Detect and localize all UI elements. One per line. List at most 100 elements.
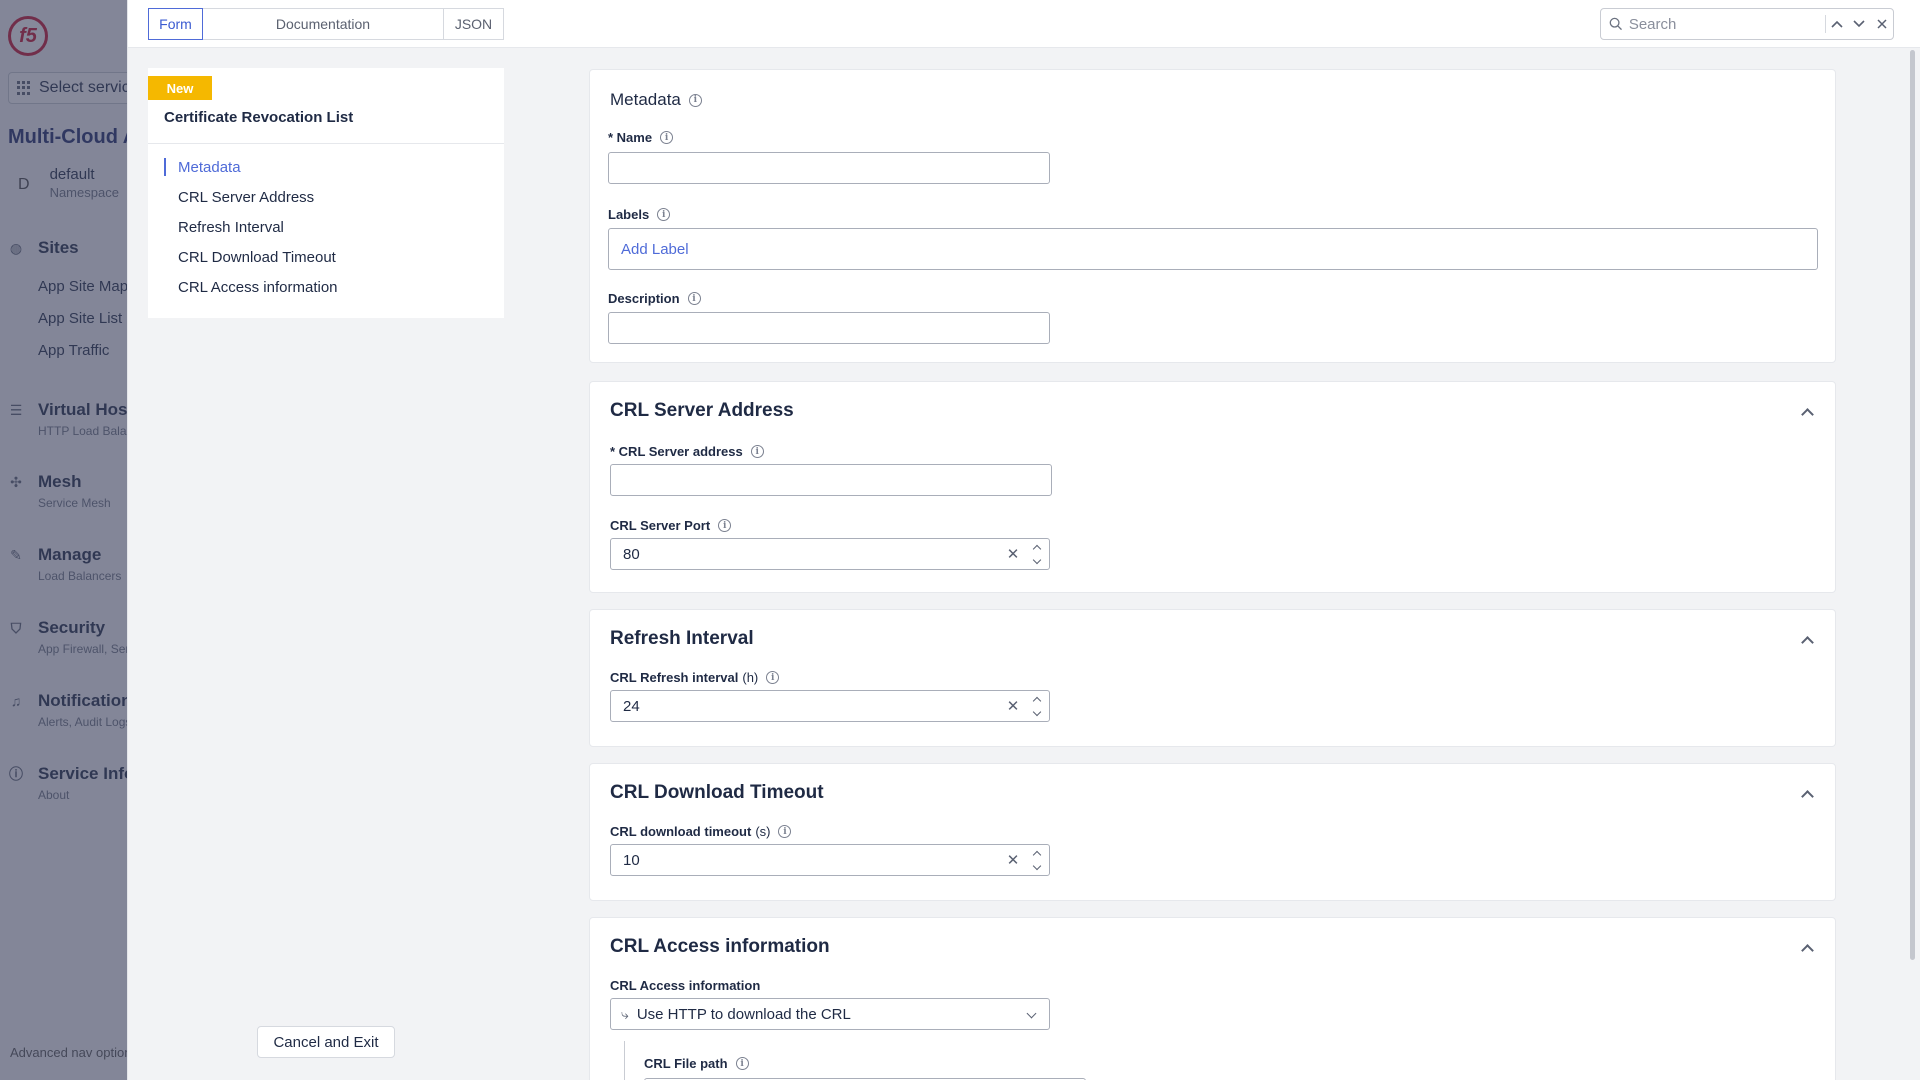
search-input[interactable] xyxy=(1628,15,1819,33)
clear-icon[interactable]: ✕ xyxy=(1001,851,1025,869)
crl-file-path-label-text: CRL File path xyxy=(644,1056,728,1071)
number-stepper[interactable] xyxy=(1025,539,1049,569)
info-icon[interactable]: i xyxy=(766,671,780,684)
nav-group-title: Sites xyxy=(38,238,79,257)
cancel-and-exit-button[interactable]: Cancel and Exit xyxy=(257,1026,395,1058)
nav-group-notifications[interactable]: ♫ Notifications Alerts, Audit Logs xyxy=(8,691,127,729)
nav-group-title: Service Info xyxy=(38,764,128,783)
nav-group-sites[interactable]: ◍ Sites xyxy=(8,238,79,258)
unit-hours: (h) xyxy=(742,670,759,685)
tab-documentation[interactable]: Documentation xyxy=(203,8,444,40)
info-icon[interactable]: i xyxy=(735,1057,749,1070)
crl-server-address-input[interactable] xyxy=(610,464,1052,496)
nav-group-virtual-hosts[interactable]: ☰ Virtual Hosts HTTP Load Balancers xyxy=(8,400,128,438)
info-icon[interactable]: i xyxy=(687,292,701,305)
nav-group-title: Virtual Hosts xyxy=(38,400,128,419)
nav-group-manage[interactable]: ✎ Manage Load Balancers xyxy=(8,545,121,583)
collapse-button[interactable] xyxy=(1797,784,1817,804)
form-title: Certificate Revocation List xyxy=(164,109,354,126)
section-link-metadata[interactable]: Metadata xyxy=(164,152,338,182)
section-link-crl-download-timeout[interactable]: CRL Download Timeout xyxy=(164,242,338,272)
layers-icon: ☰ xyxy=(9,401,23,418)
search-prev-button[interactable] xyxy=(1826,11,1848,37)
tab-form[interactable]: Form xyxy=(148,8,203,40)
search-close-button[interactable] xyxy=(1871,11,1893,37)
step-down-icon[interactable] xyxy=(1032,555,1042,564)
step-down-icon[interactable] xyxy=(1032,707,1042,716)
info-icon[interactable]: i xyxy=(718,519,732,532)
step-down-icon[interactable] xyxy=(1032,861,1042,870)
chevron-up-icon xyxy=(1831,20,1843,28)
number-stepper[interactable] xyxy=(1025,691,1049,721)
description-label-text: Description xyxy=(608,291,680,306)
nav-item-app-site-map[interactable]: App Site Map xyxy=(38,278,127,295)
shield-icon: ⛉ xyxy=(10,619,22,636)
search-next-button[interactable] xyxy=(1848,11,1870,37)
section-link-refresh-interval[interactable]: Refresh Interval xyxy=(164,212,338,242)
add-label-input[interactable]: Add Label xyxy=(608,228,1818,270)
unit-seconds: (s) xyxy=(755,824,771,839)
section-title: Metadata i xyxy=(610,90,702,110)
collapse-button[interactable] xyxy=(1797,630,1817,650)
advanced-nav-options[interactable]: Advanced nav options xyxy=(10,1045,127,1060)
crl-server-port-label: CRL Server Port i xyxy=(610,518,732,533)
crl-server-port-value: 80 xyxy=(623,545,640,563)
branch-icon: ⤷ xyxy=(621,1005,629,1022)
collapse-button[interactable] xyxy=(1797,402,1817,422)
section-link-crl-server-address[interactable]: CRL Server Address xyxy=(164,182,338,212)
nav-item-app-traffic[interactable]: App Traffic xyxy=(38,342,109,359)
crl-server-address-label: * CRL Server address i xyxy=(610,444,764,459)
chevron-up-icon xyxy=(1800,635,1814,649)
crl-access-information-select[interactable]: ⤷ Use HTTP to download the CRL xyxy=(610,998,1050,1030)
modal-overlay xyxy=(0,0,127,1080)
description-input[interactable] xyxy=(608,312,1050,344)
bell-icon: ♫ xyxy=(10,693,22,709)
nav-group-mesh[interactable]: ✣ Mesh Service Mesh xyxy=(8,472,111,510)
nav-group-sub: HTTP Load Balancers xyxy=(38,424,127,438)
left-navigation: f5 Select service Multi-Cloud App Connec… xyxy=(0,0,128,1080)
chevron-down-icon xyxy=(1026,1008,1037,1019)
step-up-icon[interactable] xyxy=(1032,544,1042,553)
labels-label-text: Labels xyxy=(608,207,650,222)
section-link-crl-access-information[interactable]: CRL Access information xyxy=(164,272,338,302)
chevron-up-icon xyxy=(1800,789,1814,803)
number-stepper[interactable] xyxy=(1025,845,1049,875)
crl-download-timeout-input[interactable]: 10 ✕ xyxy=(610,844,1050,876)
step-up-icon[interactable] xyxy=(1032,696,1042,705)
collapse-button[interactable] xyxy=(1797,938,1817,958)
crl-download-timeout-section: CRL Download Timeout CRL download timeou… xyxy=(589,763,1836,901)
service-select[interactable]: Select service xyxy=(8,72,127,104)
nav-group-sub: App Firewall, Service Policies xyxy=(38,642,128,656)
info-icon[interactable]: i xyxy=(778,825,792,838)
nav-group-service-info[interactable]: ⓘ Service Info About xyxy=(8,764,128,802)
crl-refresh-interval-label: CRL Refresh interval (h) i xyxy=(610,670,780,685)
close-icon xyxy=(1877,19,1887,29)
f5-logo[interactable]: f5 xyxy=(8,16,48,56)
clear-icon[interactable]: ✕ xyxy=(1001,545,1025,563)
section-list: Metadata CRL Server Address Refresh Inte… xyxy=(164,152,338,302)
nav-group-sub: Service Mesh xyxy=(38,496,111,510)
chevron-up-icon xyxy=(1800,407,1814,421)
metadata-section: Metadata i * Name i Labels i Add Label Des… xyxy=(589,69,1836,363)
info-icon[interactable]: i xyxy=(657,208,671,221)
info-icon[interactable]: i xyxy=(688,93,702,107)
nav-group-title: Manage xyxy=(38,545,102,564)
crl-refresh-interval-input[interactable]: 24 ✕ xyxy=(610,690,1050,722)
name-input[interactable] xyxy=(608,152,1050,184)
description-label: Description i xyxy=(608,291,701,306)
info-icon[interactable]: i xyxy=(660,131,674,144)
nav-item-app-site-list[interactable]: App Site List xyxy=(38,310,122,327)
clear-icon[interactable]: ✕ xyxy=(1001,697,1025,715)
chevron-down-icon xyxy=(1853,20,1865,28)
nested-indent-line xyxy=(624,1041,625,1080)
top-bar: Form Documentation JSON xyxy=(128,0,1920,48)
step-up-icon[interactable] xyxy=(1032,850,1042,859)
nav-group-security[interactable]: ⛉ Security App Firewall, Service Policies xyxy=(8,618,128,656)
info-icon[interactable]: i xyxy=(750,445,764,458)
crl-access-information-selected: Use HTTP to download the CRL xyxy=(636,1005,851,1023)
crl-server-port-input[interactable]: 80 ✕ xyxy=(610,538,1050,570)
namespace-selector[interactable]: D default Namespace xyxy=(8,166,119,200)
crl-download-timeout-label: CRL download timeout (s) i xyxy=(610,824,792,839)
tab-json[interactable]: JSON xyxy=(444,8,504,40)
scrollbar[interactable] xyxy=(1910,50,1915,960)
